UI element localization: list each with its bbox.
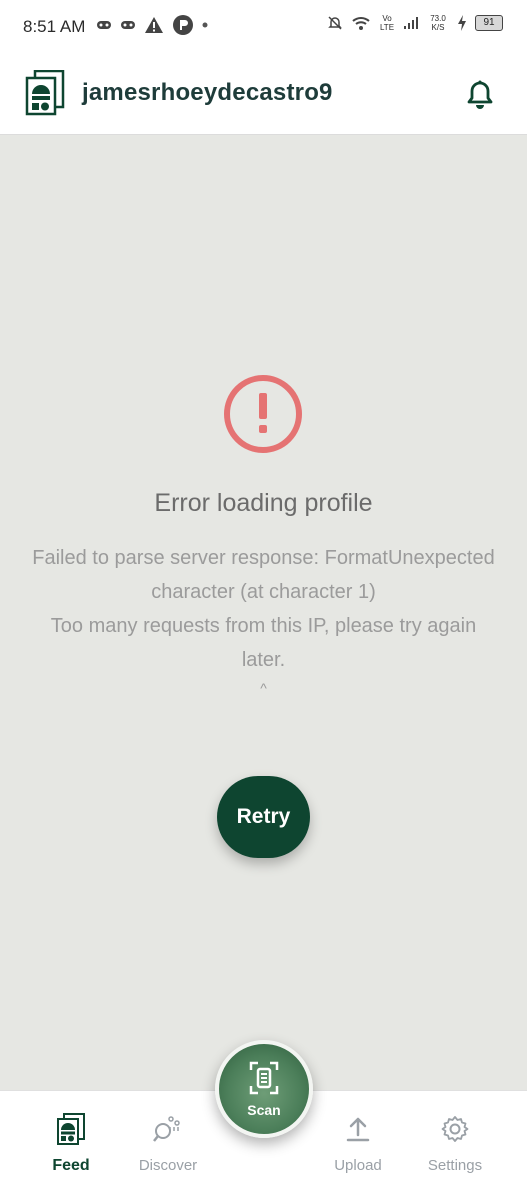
dot-icon [202,22,208,28]
app-notification-icon [173,15,193,35]
error-title: Error loading profile [154,489,373,517]
wifi-icon [352,17,370,30]
upload-icon [346,1117,370,1142]
error-circle-icon [224,375,302,453]
nav-item-feed[interactable]: Feed [21,1091,121,1201]
status-system-icons: Vo LTE 73.0 K/S 91 [327,14,503,32]
nav-label-feed: Feed [52,1157,90,1174]
nav-item-settings[interactable]: Settings [405,1091,505,1201]
game-controller-icon [97,21,111,29]
game-controller-icon [121,21,135,29]
warning-icon [145,17,163,33]
bell-icon[interactable] [466,80,494,110]
error-message-line: character (at character 1) [151,581,376,603]
error-content: Error loading profile Failed to parse se… [0,135,527,1090]
scan-icon [249,1061,279,1095]
status-bar: 8:51 AM Vo LTE 73.0 K/S 91 [0,0,527,52]
volte-label: Vo LTE [379,14,395,32]
status-notification-icons [96,14,208,36]
error-message-line: Too many requests from this IP, please t… [50,615,477,637]
scan-label: Scan [247,1102,281,1118]
nav-label-upload: Upload [334,1157,382,1174]
charging-icon [458,15,466,31]
error-message: Failed to parse server response: FormatU… [0,541,527,699]
nav-item-discover[interactable]: Discover [118,1091,218,1201]
nav-label-settings: Settings [427,1157,483,1174]
battery-indicator: 91 [475,15,503,31]
retry-button[interactable]: Retry [217,776,310,858]
app-bar: jamesrhoeydecastro9 [0,52,527,135]
discover-icon [153,1116,180,1142]
signal-icon [404,17,418,29]
app-logo-icon[interactable] [25,70,65,116]
nav-item-upload[interactable]: Upload [308,1091,408,1201]
status-time: 8:51 AM [23,17,86,36]
gear-icon [441,1116,469,1142]
nav-label-discover: Discover [138,1157,198,1174]
profile-username: jamesrhoeydecastro9 [82,79,333,106]
mute-icon [328,16,342,30]
feed-icon [57,1113,85,1145]
error-message-line: Failed to parse server response: FormatU… [32,547,495,569]
error-caret: ^ [260,680,267,696]
error-message-line: later. [241,649,286,671]
scan-button[interactable]: Scan [215,1040,313,1138]
net-speed: 73.0 K/S [430,14,446,32]
